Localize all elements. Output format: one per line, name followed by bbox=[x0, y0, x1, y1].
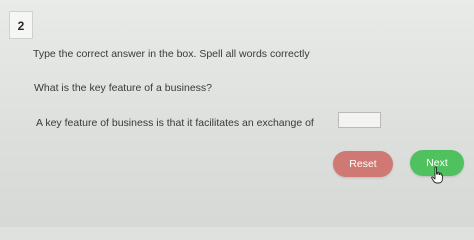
question-screen: 2 Type the correct answer in the box. Sp… bbox=[0, 0, 474, 227]
answer-input[interactable] bbox=[338, 112, 381, 128]
hand-pointer-icon bbox=[431, 166, 443, 184]
instructions-text: Type the correct answer in the box. Spel… bbox=[33, 48, 310, 60]
fill-in-statement: A key feature of business is that it fac… bbox=[36, 117, 314, 129]
reset-button[interactable]: Reset bbox=[333, 151, 393, 177]
question-prompt: What is the key feature of a business? bbox=[34, 82, 213, 94]
question-number: 2 bbox=[9, 11, 33, 39]
